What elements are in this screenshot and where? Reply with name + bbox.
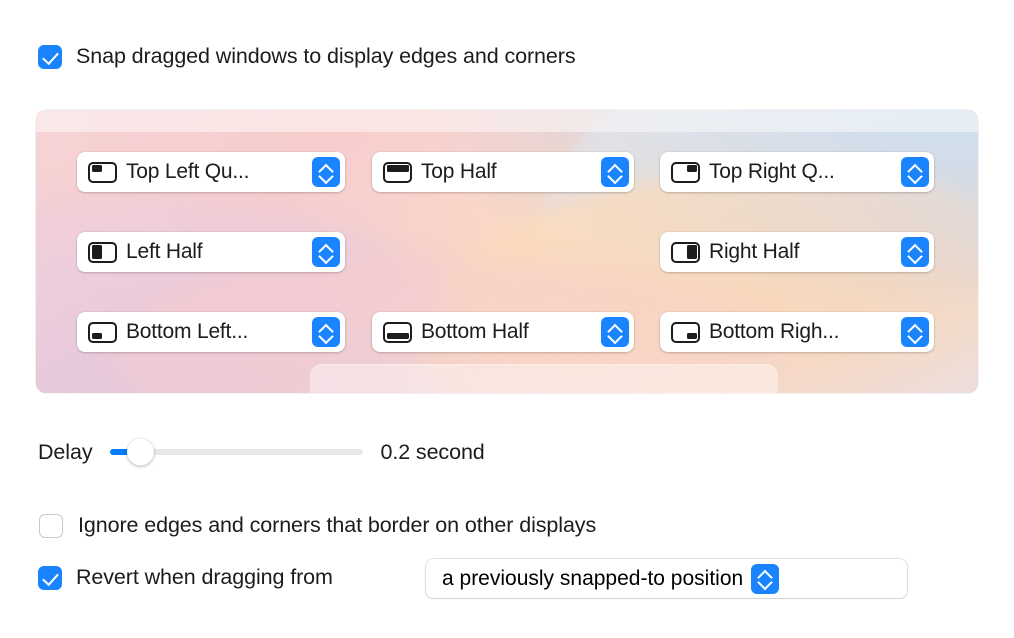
revert-dragging-label: Revert when dragging from — [76, 565, 333, 589]
snap-zone-left-half-popup[interactable]: Left Half — [77, 232, 345, 272]
delay-slider-row: Delay 0.2 second — [38, 437, 485, 467]
snap-zone-top-right-quarter-popup[interactable]: Top Right Q... — [660, 152, 934, 192]
delay-value-label: 0.2 second — [380, 439, 485, 464]
snap-dragged-windows-checkbox[interactable] — [38, 44, 62, 69]
snap-zone-label: Bottom Half — [421, 320, 529, 343]
snap-zone-stepper-icon[interactable] — [901, 317, 929, 347]
snap-zone-label: Left Half — [126, 240, 203, 263]
snap-zone-label: Top Right Q... — [709, 160, 835, 183]
window-bottom-right-quarter-icon — [671, 321, 700, 343]
preview-menu-bar — [36, 110, 978, 132]
snap-zone-top-left-quarter-popup[interactable]: Top Left Qu... — [77, 152, 345, 192]
ignore-edges-checkbox[interactable] — [39, 513, 63, 538]
snap-zone-bottom-right-quarter-popup[interactable]: Bottom Righ... — [660, 312, 934, 352]
snap-dragged-windows-label: Snap dragged windows to display edges an… — [76, 44, 576, 68]
window-bottom-left-quarter-icon — [88, 321, 117, 343]
snap-zone-stepper-icon[interactable] — [901, 237, 929, 267]
delay-label: Delay — [38, 439, 93, 464]
snap-zone-label: Top Half — [421, 160, 497, 183]
window-top-right-quarter-icon — [671, 161, 700, 183]
window-left-half-icon — [88, 241, 117, 263]
snap-zone-stepper-icon[interactable] — [601, 157, 629, 187]
window-top-left-quarter-icon — [88, 161, 117, 183]
revert-dragging-checkbox[interactable] — [38, 565, 62, 590]
snap-zone-label: Bottom Left... — [126, 320, 249, 343]
ignore-edges-checkbox-row[interactable]: Ignore edges and corners that border on … — [39, 513, 596, 538]
snap-zone-label: Bottom Righ... — [709, 320, 840, 343]
window-bottom-half-icon — [383, 321, 412, 343]
delay-slider-thumb[interactable] — [127, 438, 155, 466]
snap-zone-stepper-icon[interactable] — [312, 157, 340, 187]
revert-source-popup[interactable]: a previously snapped-to position — [426, 559, 907, 598]
snap-zone-stepper-icon[interactable] — [901, 157, 929, 187]
revert-source-stepper-icon[interactable] — [751, 563, 780, 594]
ignore-edges-label: Ignore edges and corners that border on … — [78, 513, 597, 537]
snap-zone-top-half-popup[interactable]: Top Half — [372, 152, 634, 192]
snap-zone-stepper-icon[interactable] — [312, 317, 340, 347]
snap-zone-label: Top Left Qu... — [126, 160, 250, 183]
revert-source-selected-label: a previously snapped-to position — [442, 566, 744, 590]
preview-dock — [310, 364, 778, 393]
revert-dragging-checkbox-row[interactable]: Revert when dragging from — [38, 565, 333, 590]
window-snapping-settings-pane: Snap dragged windows to display edges an… — [0, 0, 1014, 638]
delay-slider[interactable] — [110, 438, 364, 466]
snap-zone-right-half-popup[interactable]: Right Half — [660, 232, 934, 272]
snap-zone-bottom-half-popup[interactable]: Bottom Half — [372, 312, 634, 352]
window-top-half-icon — [383, 161, 412, 183]
snap-zone-stepper-icon[interactable] — [312, 237, 340, 267]
snap-zone-label: Right Half — [709, 240, 800, 263]
window-right-half-icon — [671, 241, 700, 263]
snap-zone-bottom-left-quarter-popup[interactable]: Bottom Left... — [77, 312, 345, 352]
snap-dragged-windows-checkbox-row[interactable]: Snap dragged windows to display edges an… — [38, 44, 576, 69]
display-preview-panel: Top Left Qu... Top Half Top Right Q... L… — [36, 110, 978, 393]
snap-zone-stepper-icon[interactable] — [601, 317, 629, 347]
